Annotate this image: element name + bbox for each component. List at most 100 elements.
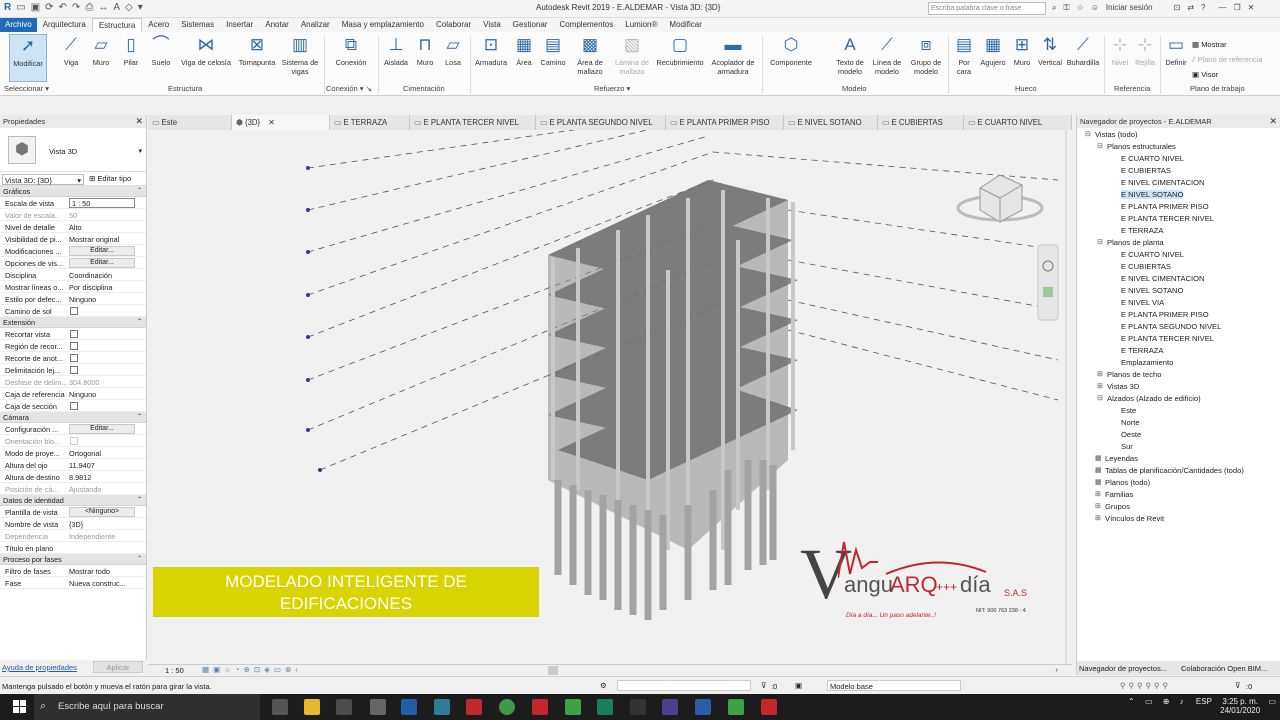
subscription-icon[interactable]: ⚿ (1063, 3, 1069, 13)
table-icon[interactable]: ▦ (1095, 478, 1102, 486)
browser-node[interactable]: ⊟ Planos estructurales (1097, 142, 1176, 151)
horizontal-scrollbar-thumb[interactable] (548, 666, 558, 675)
brace-tool[interactable]: ⊠ Tornapunta (236, 34, 278, 67)
property-checkbox[interactable] (70, 342, 78, 350)
browser-node[interactable]: Oeste (1121, 430, 1141, 439)
browser-node[interactable]: ⊞ Grupos (1095, 502, 1130, 511)
fabric-sheet-tool[interactable]: ▧ Lámina de mallazo (612, 34, 652, 76)
group-select[interactable]: Seleccionar ▾ (4, 84, 49, 93)
browser-node[interactable]: ⊞ Vínculos de Revit (1095, 514, 1164, 523)
autocad-icon[interactable] (466, 699, 482, 715)
browser-node[interactable]: E CUARTO NIVEL (1121, 250, 1184, 259)
property-checkbox[interactable] (70, 402, 78, 410)
model-text-tool[interactable]: A Texto de modelo (830, 34, 870, 76)
tab-menu-11[interactable]: Gestionar (507, 18, 554, 32)
by-face-tool[interactable]: ▤ Por cara (952, 34, 976, 76)
browser-node[interactable]: Sur (1121, 442, 1133, 451)
redo-icon[interactable]: ↷ (72, 2, 80, 13)
ref-plane-button[interactable]: ⫽ Plano de referencia (1192, 52, 1263, 67)
view-tab[interactable]: ▭ E CUBIERTAS (878, 115, 964, 130)
default-3d-icon[interactable]: ◇ (125, 2, 133, 13)
close-icon[interactable]: ✕ (1269, 116, 1277, 127)
expand-icon[interactable]: ⊞ (1095, 514, 1101, 522)
view-tab[interactable]: ▭ E NIVEL SOTANO (784, 115, 878, 130)
exchange-icon[interactable]: ⇄ (1187, 3, 1194, 13)
close-icon[interactable]: ✕ (268, 118, 275, 127)
collapse-icon[interactable]: ⌃ (137, 318, 142, 325)
browser-node[interactable]: E CUBIERTAS (1121, 262, 1171, 271)
model-group-tool[interactable]: ⧈ Grupo de modelo (906, 34, 946, 76)
table-icon[interactable]: ▦ (1095, 466, 1102, 474)
level-tool[interactable]: ⊹ Nivel (1108, 34, 1132, 67)
view-scale[interactable]: 1 : 50 (165, 666, 184, 675)
filter-icon[interactable]: ⊽ (761, 681, 767, 690)
tab-open-bim[interactable]: Colaboración Open BIM... (1181, 664, 1267, 673)
browser-node[interactable]: E TERRAZA (1121, 226, 1163, 235)
browser-node[interactable]: ⊟ Planos de planta (1097, 238, 1164, 247)
group-connection[interactable]: Conexión ▾ ↘ (326, 84, 372, 93)
browser-node[interactable]: E TERRAZA (1121, 346, 1163, 355)
sync-icon[interactable]: ⟳ (45, 2, 53, 13)
tab-menu-4[interactable]: Sistemas (175, 18, 220, 32)
camtasia-icon[interactable] (728, 699, 744, 715)
connection-tool[interactable]: ⧉ Conexión (332, 34, 370, 67)
property-value[interactable]: 8.9812 (69, 473, 135, 482)
property-value[interactable]: Por disciplina (69, 283, 135, 292)
collapse-icon[interactable]: ⊟ (1085, 130, 1091, 138)
browser-node[interactable]: E PLANTA PRIMER PISO (1121, 310, 1209, 319)
collapse-icon[interactable]: ⌃ (137, 555, 142, 562)
browser-node[interactable]: ▦ Leyendas (1095, 454, 1138, 463)
wall-opening-tool[interactable]: ⊞ Muro (1010, 34, 1034, 67)
file-explorer-icon[interactable] (304, 699, 320, 715)
properties-category[interactable]: Datos de identidad ⌃ (0, 495, 146, 506)
edit-type-button[interactable]: ⊞ Editar tipo (89, 174, 131, 183)
property-value[interactable]: Nueva construc... (69, 579, 135, 588)
browser-node[interactable]: Emplazamiento (1121, 358, 1173, 367)
revit-logo-icon[interactable]: R (4, 2, 11, 13)
revit-taskbar-icon[interactable] (401, 699, 417, 715)
app-icon[interactable] (532, 699, 548, 715)
mail-icon[interactable] (370, 699, 386, 715)
customize-icon[interactable]: ▾ (138, 2, 143, 13)
help-search-input[interactable]: Escriba palabra clave o frase (928, 2, 1046, 15)
open-icon[interactable]: ▭ (16, 2, 25, 13)
property-checkbox[interactable] (70, 354, 78, 362)
windows-start-icon[interactable] (13, 700, 26, 713)
camtasia-icon[interactable] (565, 699, 581, 715)
column-tool[interactable]: ▯ Pilar (118, 34, 144, 67)
worksets-dropdown[interactable] (617, 680, 751, 691)
property-value[interactable]: Alto (69, 223, 135, 232)
instance-selector[interactable]: Vista 3D: {3D} ▾ (2, 174, 84, 185)
expand-icon[interactable]: ⊞ (1097, 370, 1103, 378)
property-value[interactable]: Coordinación (69, 271, 135, 280)
tab-menu-7[interactable]: Analizar (295, 18, 336, 32)
minimize-icon[interactable]: — (1218, 3, 1226, 13)
navigation-bar[interactable] (1037, 244, 1059, 321)
property-value[interactable]: Ninguno (69, 295, 135, 304)
wall-tool[interactable]: ▱ Muro (88, 34, 114, 67)
favorites-icon[interactable]: ☆ (1077, 3, 1084, 13)
browser-node[interactable]: E CUARTO NIVEL (1121, 154, 1184, 163)
browser-node[interactable]: E NIVEL CIMENTACION (1121, 178, 1205, 187)
app-icon[interactable] (761, 699, 777, 715)
rebar-coupler-tool[interactable]: ▬ Acoplador de armadura (708, 34, 758, 76)
table-icon[interactable]: ▦ (1095, 454, 1102, 462)
collapse-icon[interactable]: ⊟ (1097, 238, 1103, 246)
beam-system-tool[interactable]: ▥ Sistema de vigas (280, 34, 320, 76)
tab-menu-2[interactable]: Estructura (91, 18, 143, 32)
beam-tool[interactable]: ⟋ Viga (58, 34, 84, 67)
property-value[interactable]: Mostrar original (69, 235, 135, 244)
browser-node[interactable]: E PLANTA SEGUNDO NIVEL (1121, 322, 1221, 331)
floor-tool[interactable]: ⌒ Suelo (147, 34, 175, 67)
browser-node[interactable]: ⊟ Alzados (Alzado de edificio) (1097, 394, 1201, 403)
browser-node[interactable]: ▦ Tablas de planificación/Cantidades (tod… (1095, 466, 1244, 475)
close-icon[interactable]: ✕ (135, 116, 143, 127)
measure-icon[interactable]: ↔ (98, 2, 108, 13)
browser-node[interactable]: E NIVEL SOTANO (1121, 286, 1183, 295)
app-icon[interactable] (662, 699, 678, 715)
design-options-icon[interactable]: ▣ (795, 681, 802, 690)
browser-node[interactable]: E PLANTA TERCER NIVEL (1121, 334, 1214, 343)
property-value[interactable]: Ninguno (69, 390, 135, 399)
properties-help-link[interactable]: Ayuda de propiedades (2, 663, 77, 672)
browser-node[interactable]: E NIVEL SOTANO (1121, 190, 1184, 199)
